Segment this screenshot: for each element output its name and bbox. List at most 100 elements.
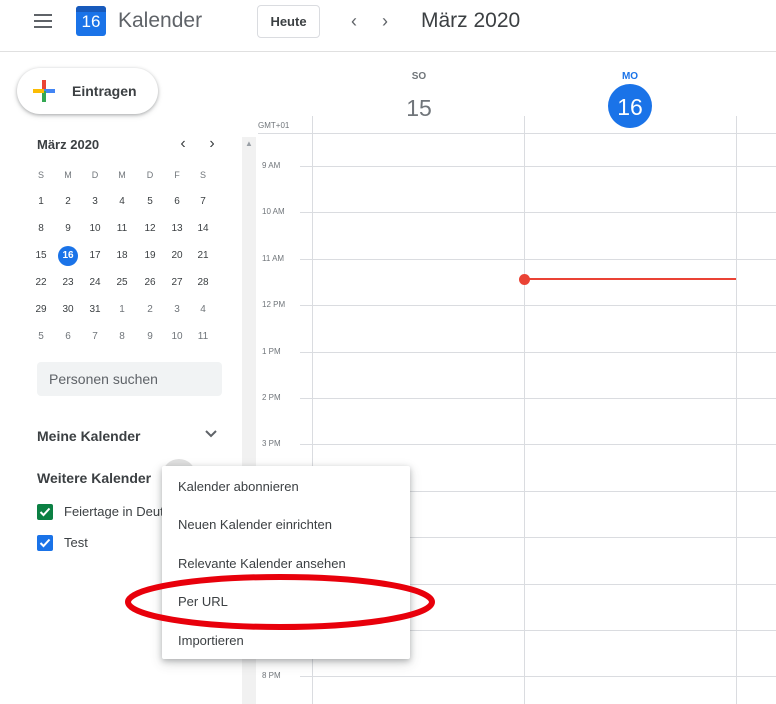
mini-calendar-day[interactable]: 14 [193, 219, 213, 239]
menu-item-create-new[interactable]: Neuen Kalender einrichten [162, 506, 410, 544]
current-time-dot [519, 274, 530, 285]
current-time-line [524, 278, 736, 280]
hour-gridline [300, 305, 776, 306]
calendar-item-test[interactable]: Test [37, 533, 167, 553]
mini-calendar-day[interactable]: 16 [58, 246, 78, 266]
mini-calendar-weekday: D [91, 170, 99, 180]
previous-period-button[interactable]: ‹ [342, 8, 366, 34]
mini-calendar-day[interactable]: 9 [58, 219, 78, 239]
mini-calendar-weekday: D [146, 170, 154, 180]
day-header-weekday: SO [411, 71, 427, 82]
calendar-item-label: Test [64, 535, 88, 550]
menu-item-subscribe[interactable]: Kalender abonnieren [162, 468, 410, 506]
logo-day-number: 16 [81, 12, 101, 31]
mini-calendar-day[interactable]: 31 [85, 300, 105, 320]
mini-calendar-day[interactable]: 1 [31, 192, 51, 212]
next-period-button[interactable]: › [373, 8, 397, 34]
mini-calendar-day[interactable]: 4 [193, 300, 213, 320]
day-header-weekday-current: MO [621, 71, 639, 82]
mini-calendar-weekday: M [118, 170, 126, 180]
today-button[interactable]: Heute [257, 5, 320, 38]
mini-calendar-weekday: M [64, 170, 72, 180]
mini-calendar-day[interactable]: 22 [31, 273, 51, 293]
menu-item-browse[interactable]: Relevante Kalender ansehen [162, 545, 410, 583]
mini-calendar-day[interactable]: 23 [58, 273, 78, 293]
mini-calendar-day[interactable]: 29 [31, 300, 51, 320]
my-calendars-header[interactable]: Meine Kalender [37, 428, 140, 444]
mini-calendar-day[interactable]: 11 [112, 219, 132, 239]
mini-calendar-weekday: S [199, 170, 206, 180]
mini-calendar-title: März 2020 [37, 137, 100, 152]
mini-calendar-day[interactable]: 3 [167, 300, 187, 320]
time-label: 1 PM [262, 347, 281, 356]
mini-calendar-day[interactable]: 9 [140, 327, 160, 347]
mini-calendar-day[interactable]: 13 [167, 219, 187, 239]
mini-calendar-day[interactable]: 1 [112, 300, 132, 320]
mini-calendar-day[interactable]: 8 [112, 327, 132, 347]
mini-calendar-day[interactable]: 2 [58, 192, 78, 212]
hour-gridline [300, 352, 776, 353]
mini-calendar-day[interactable]: 26 [140, 273, 160, 293]
scroll-up-arrow-icon[interactable]: ▲ [245, 140, 253, 148]
time-label: 11 AM [262, 254, 285, 263]
mini-calendar-next-button[interactable]: › [202, 134, 222, 154]
chevron-down-icon[interactable] [203, 426, 219, 442]
hour-gridline [300, 212, 776, 213]
app-header: 16 Kalender Heute ‹ › März 2020 [0, 0, 776, 52]
day-header-date-current[interactable]: 16 [608, 84, 652, 128]
time-label: 12 PM [262, 300, 286, 309]
holidays-checkbox[interactable] [37, 504, 53, 520]
time-label: 9 AM [262, 161, 281, 170]
mini-calendar-day[interactable]: 3 [85, 192, 105, 212]
mini-calendar-weekday: F [174, 170, 180, 180]
mini-calendar-day[interactable]: 15 [31, 246, 51, 266]
mini-calendar-day[interactable]: 4 [112, 192, 132, 212]
mini-calendar-day[interactable]: 27 [167, 273, 187, 293]
mini-calendar-prev-button[interactable]: ‹ [173, 134, 193, 154]
mini-calendar-day[interactable]: 24 [85, 273, 105, 293]
hour-gridline [300, 166, 776, 167]
create-button-label: Eintragen [72, 83, 137, 99]
mini-calendar-day[interactable]: 25 [112, 273, 132, 293]
mini-calendar-day[interactable]: 21 [193, 246, 213, 266]
mini-calendar-day[interactable]: 11 [193, 327, 213, 347]
main-menu-icon[interactable] [34, 13, 54, 29]
mini-calendar-day[interactable]: 6 [167, 192, 187, 212]
mini-calendar-day[interactable]: 7 [193, 192, 213, 212]
other-calendars-header: Weitere Kalender [37, 470, 152, 486]
mini-calendar-day[interactable]: 17 [85, 246, 105, 266]
menu-item-import[interactable]: Importieren [162, 622, 410, 660]
time-label: 10 AM [262, 207, 285, 216]
plus-icon [33, 80, 55, 102]
create-event-button[interactable]: Eintragen [17, 68, 158, 114]
menu-item-from-url[interactable]: Per URL [162, 583, 410, 621]
mini-calendar-weekday: S [37, 170, 44, 180]
hour-gridline [300, 398, 776, 399]
mini-calendar-day[interactable]: 18 [112, 246, 132, 266]
day-header-date[interactable]: 15 [397, 91, 441, 135]
hour-gridline [300, 259, 776, 260]
mini-calendar-day[interactable]: 10 [85, 219, 105, 239]
mini-calendar-day[interactable]: 12 [140, 219, 160, 239]
mini-calendar-day[interactable]: 20 [167, 246, 187, 266]
calendar-logo-icon: 16 [76, 6, 106, 36]
timezone-label: GMT+01 [258, 121, 290, 130]
mini-calendar-day[interactable]: 30 [58, 300, 78, 320]
mini-calendar-day[interactable]: 5 [140, 192, 160, 212]
mini-calendar-day[interactable]: 7 [85, 327, 105, 347]
mini-calendar-day[interactable]: 10 [167, 327, 187, 347]
app-title: Kalender [118, 9, 203, 32]
hour-gridline [300, 444, 776, 445]
mini-calendar-day[interactable]: 5 [31, 327, 51, 347]
mini-calendar-day[interactable]: 28 [193, 273, 213, 293]
calendar-item-label: Feiertage in Deutschland [64, 504, 167, 519]
test-checkbox[interactable] [37, 535, 53, 551]
mini-calendar-day[interactable]: 8 [31, 219, 51, 239]
calendar-item-holidays[interactable]: Feiertage in Deutschland [37, 502, 167, 522]
hour-gridline [300, 676, 776, 677]
mini-calendar-day[interactable]: 19 [140, 246, 160, 266]
mini-calendar-day[interactable]: 2 [140, 300, 160, 320]
mini-calendar-day[interactable]: 6 [58, 327, 78, 347]
search-people-input[interactable]: Personen suchen [37, 362, 222, 396]
check-icon [39, 507, 51, 517]
